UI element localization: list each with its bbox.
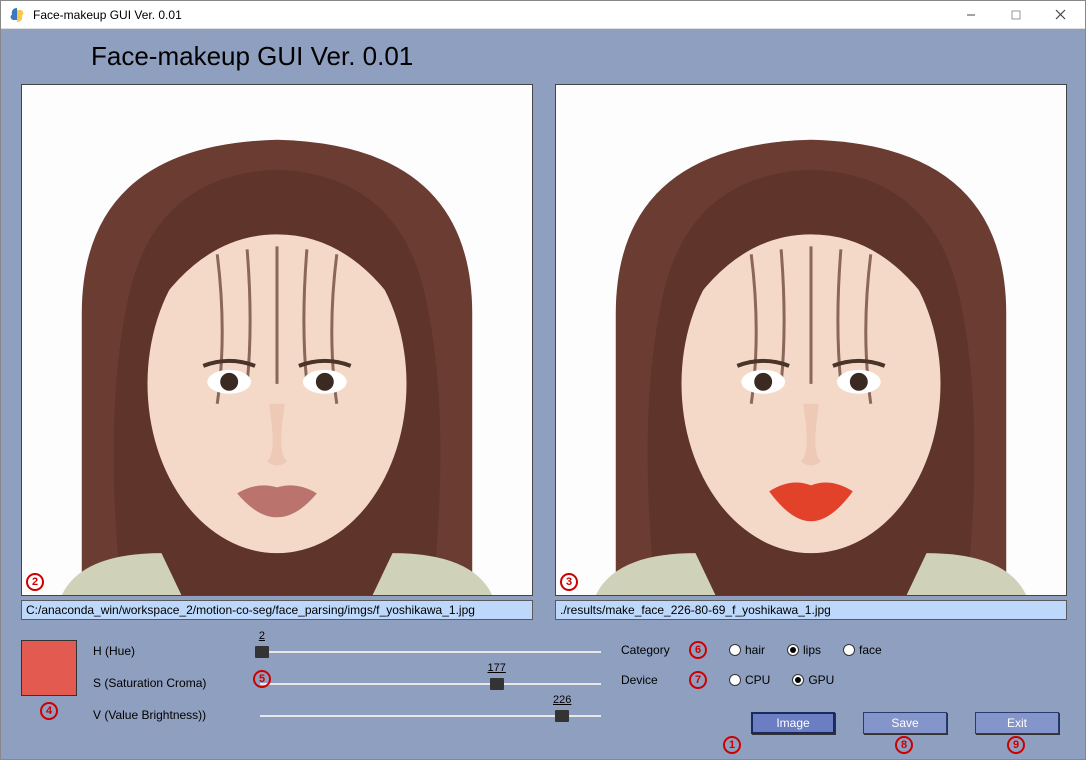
annotation-6: 6 xyxy=(689,641,707,659)
category-hair[interactable]: hair xyxy=(729,643,765,657)
value-thumb[interactable] xyxy=(555,710,569,722)
color-swatch xyxy=(21,640,77,696)
annotation-4: 4 xyxy=(40,702,58,720)
app-heading: Face-makeup GUI Ver. 0.01 xyxy=(91,41,1065,72)
saturation-label: S (Saturation Croma) xyxy=(93,676,248,690)
saturation-value: 177 xyxy=(488,662,506,674)
hue-slider[interactable]: 2 xyxy=(260,640,601,662)
source-path-field[interactable] xyxy=(21,600,533,620)
content-area: Face-makeup GUI Ver. 0.01 xyxy=(1,29,1085,759)
saturation-thumb[interactable] xyxy=(490,678,504,690)
result-image: 3 xyxy=(555,84,1067,596)
annotation-2: 2 xyxy=(26,573,44,591)
value-label: V (Value Brightness)) xyxy=(93,708,248,722)
category-row: Category 6 hair lips face xyxy=(621,640,1065,660)
value-value: 226 xyxy=(553,694,571,706)
maximize-button[interactable] xyxy=(993,2,1038,28)
buttons-row: Image 1 Save 8 Exit 9 xyxy=(751,712,1065,734)
value-slider[interactable]: 226 xyxy=(260,704,601,726)
hue-label: H (Hue) xyxy=(93,644,248,658)
device-row: Device 7 CPU GPU xyxy=(621,670,1065,690)
annotation-8: 8 xyxy=(895,736,913,754)
left-image-column: 2 xyxy=(21,84,533,620)
annotation-1: 1 xyxy=(723,736,741,754)
right-controls: Category 6 hair lips face Device 7 CPU G… xyxy=(621,640,1065,734)
hue-thumb[interactable] xyxy=(255,646,269,658)
annotation-7: 7 xyxy=(689,671,707,689)
category-face[interactable]: face xyxy=(843,643,882,657)
device-cpu[interactable]: CPU xyxy=(729,673,770,687)
left-controls: 4 H (Hue) 2 S (Saturation Croma) xyxy=(21,640,601,734)
device-gpu[interactable]: GPU xyxy=(792,673,834,687)
hue-value: 2 xyxy=(259,630,265,642)
app-window: Face-makeup GUI Ver. 0.01 Face-makeup GU… xyxy=(0,0,1086,760)
titlebar: Face-makeup GUI Ver. 0.01 xyxy=(1,1,1085,29)
face-illustration-left xyxy=(22,85,532,595)
annotation-3: 3 xyxy=(560,573,578,591)
window-buttons xyxy=(948,2,1083,28)
sliders-group: H (Hue) 2 S (Saturation Croma) 177 xyxy=(93,640,601,734)
annotation-9: 9 xyxy=(1007,736,1025,754)
minimize-button[interactable] xyxy=(948,2,993,28)
close-button[interactable] xyxy=(1038,2,1083,28)
image-button[interactable]: Image xyxy=(751,712,835,734)
exit-button[interactable]: Exit xyxy=(975,712,1059,734)
annotation-5: 5 xyxy=(253,670,271,688)
hue-slider-row: H (Hue) 2 xyxy=(93,640,601,662)
result-path-field[interactable] xyxy=(555,600,1067,620)
controls-row: 4 H (Hue) 2 S (Saturation Croma) xyxy=(21,640,1065,734)
window-title: Face-makeup GUI Ver. 0.01 xyxy=(33,8,948,22)
device-label: Device xyxy=(621,673,681,687)
source-image: 2 xyxy=(21,84,533,596)
maximize-icon xyxy=(1011,10,1021,20)
value-slider-row: V (Value Brightness)) 226 xyxy=(93,704,601,726)
face-illustration-right xyxy=(556,85,1066,595)
app-icon xyxy=(9,7,25,23)
saturation-slider-row: S (Saturation Croma) 177 xyxy=(93,672,601,694)
save-button[interactable]: Save xyxy=(863,712,947,734)
minimize-icon xyxy=(966,10,976,20)
saturation-slider[interactable]: 177 xyxy=(260,672,601,694)
close-icon xyxy=(1055,9,1066,20)
images-row: 2 xyxy=(21,84,1065,620)
category-lips[interactable]: lips xyxy=(787,643,821,657)
swatch-column: 4 xyxy=(21,640,77,734)
right-image-column: 3 xyxy=(555,84,1067,620)
category-label: Category xyxy=(621,643,681,657)
